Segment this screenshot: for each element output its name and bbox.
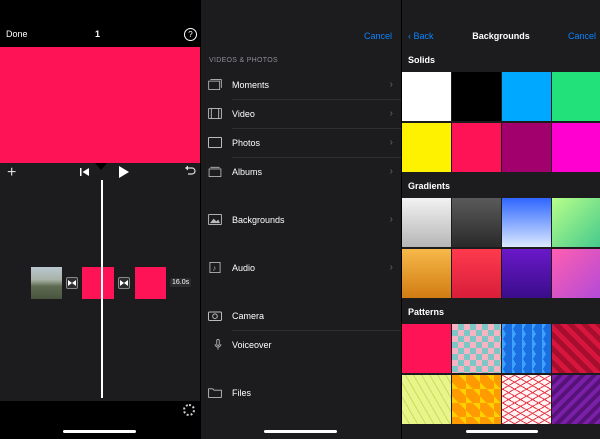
home-indicator bbox=[63, 430, 136, 433]
swatch-solid-yellow[interactable] bbox=[402, 123, 451, 172]
playhead[interactable] bbox=[101, 180, 103, 398]
add-icon[interactable]: + bbox=[7, 164, 16, 182]
list-item-camera[interactable]: Camera bbox=[201, 302, 401, 331]
backgrounds-panel: ‹ Back Backgrounds Cancel Solids Gradien… bbox=[402, 0, 600, 439]
swatch-solid-purple[interactable] bbox=[502, 123, 551, 172]
swatch-pattern-red-grid[interactable] bbox=[502, 375, 551, 424]
chevron-right-icon: › bbox=[389, 137, 393, 148]
list-item-label: Files bbox=[232, 388, 252, 398]
photo-icon bbox=[208, 137, 222, 148]
swatch-pattern-solid-pink[interactable] bbox=[402, 324, 451, 373]
swatch-solid-blue[interactable] bbox=[502, 72, 551, 121]
section-title-solids: Solids bbox=[408, 55, 436, 65]
albums-icon bbox=[208, 166, 222, 177]
chevron-right-icon: › bbox=[389, 214, 393, 225]
moments-icon bbox=[208, 79, 222, 90]
section-header: VIDEOS & PHOTOS bbox=[209, 57, 278, 64]
swatch-solid-magenta[interactable] bbox=[552, 123, 600, 172]
timeline-notch bbox=[95, 163, 107, 170]
swatch-gradient-gold[interactable] bbox=[402, 249, 451, 298]
list-item-video[interactable]: Video › bbox=[201, 100, 401, 129]
music-icon: ♪ bbox=[209, 262, 221, 273]
swatch-gradient-green[interactable] bbox=[552, 198, 600, 247]
home-indicator bbox=[264, 430, 337, 433]
swatch-gradient-red[interactable] bbox=[452, 249, 501, 298]
cancel-button[interactable]: Cancel bbox=[568, 31, 596, 41]
list-item-files[interactable]: Files bbox=[201, 379, 401, 408]
microphone-icon bbox=[214, 339, 222, 350]
list-item-albums[interactable]: Albums › bbox=[201, 158, 401, 187]
list-item-label: Camera bbox=[232, 311, 265, 321]
swatch-pattern-orange-triangles[interactable] bbox=[452, 375, 501, 424]
list-item-label: Audio bbox=[232, 263, 256, 273]
list-item-backgrounds[interactable]: Backgrounds › bbox=[201, 206, 401, 235]
clip-count: 1 bbox=[95, 29, 101, 39]
list-item-audio[interactable]: ♪ Audio › bbox=[201, 254, 401, 283]
done-button[interactable]: Done bbox=[6, 29, 28, 39]
swatch-gradient-pink[interactable] bbox=[552, 249, 600, 298]
editor-panel: Done 1 ? + 16.0s bbox=[0, 0, 200, 439]
list-item-voiceover[interactable]: Voiceover bbox=[201, 331, 401, 360]
media-browser-panel: Cancel VIDEOS & PHOTOS Moments › Video ›… bbox=[201, 0, 401, 439]
swatch-pattern-yellow-lines[interactable] bbox=[402, 375, 451, 424]
editor-top-bar bbox=[0, 0, 200, 46]
swatch-gradient-dark-gray[interactable] bbox=[452, 198, 501, 247]
camera-icon bbox=[208, 311, 222, 321]
play-icon[interactable] bbox=[119, 166, 129, 178]
editor-bottom-bar bbox=[0, 401, 200, 439]
transition-icon[interactable] bbox=[118, 277, 130, 289]
chevron-right-icon: › bbox=[389, 79, 393, 90]
help-icon[interactable]: ? bbox=[184, 28, 197, 41]
chevron-right-icon: › bbox=[389, 262, 393, 273]
section-title-patterns: Patterns bbox=[408, 307, 445, 317]
swatch-solid-green[interactable] bbox=[552, 72, 600, 121]
film-icon bbox=[208, 108, 222, 119]
chevron-right-icon: › bbox=[389, 108, 393, 119]
video-preview bbox=[0, 47, 200, 163]
transition-icon[interactable] bbox=[66, 277, 78, 289]
folder-icon bbox=[208, 388, 222, 398]
undo-icon[interactable] bbox=[184, 165, 196, 177]
duration-badge: 16.0s bbox=[170, 278, 192, 287]
chevron-right-icon: › bbox=[389, 166, 393, 177]
list-item-label: Photos bbox=[232, 138, 261, 148]
swatch-pattern-blue-triangles[interactable] bbox=[502, 324, 551, 373]
list-item-label: Voiceover bbox=[232, 340, 272, 350]
swatch-gradient-light-gray[interactable] bbox=[402, 198, 451, 247]
swatch-solid-black[interactable] bbox=[452, 72, 501, 121]
list-item-label: Video bbox=[232, 109, 255, 119]
list-item-photos[interactable]: Photos › bbox=[201, 129, 401, 158]
list-item-moments[interactable]: Moments › bbox=[201, 71, 401, 100]
swatch-gradient-blue[interactable] bbox=[502, 198, 551, 247]
swatch-pattern-purple-stripes[interactable] bbox=[552, 375, 600, 424]
list-item-label: Moments bbox=[232, 80, 270, 90]
cancel-button[interactable]: Cancel bbox=[364, 31, 392, 41]
home-indicator bbox=[466, 430, 538, 433]
skip-back-icon[interactable] bbox=[80, 167, 90, 177]
swatch-gradient-purple[interactable] bbox=[502, 249, 551, 298]
timeline-clip[interactable] bbox=[82, 267, 114, 299]
list-item-label: Backgrounds bbox=[232, 215, 285, 225]
settings-icon[interactable] bbox=[183, 404, 195, 416]
swatch-solid-red[interactable] bbox=[452, 123, 501, 172]
swatch-pattern-red-chevrons[interactable] bbox=[552, 324, 600, 373]
list-item-label: Albums bbox=[232, 167, 263, 177]
swatch-pattern-diamonds[interactable] bbox=[452, 324, 501, 373]
clip-thumbnail[interactable] bbox=[31, 267, 62, 299]
svg-text:♪: ♪ bbox=[212, 263, 216, 272]
timeline-clip[interactable] bbox=[135, 267, 166, 299]
swatch-solid-white[interactable] bbox=[402, 72, 451, 121]
image-icon bbox=[208, 214, 222, 225]
section-title-gradients: Gradients bbox=[408, 181, 451, 191]
